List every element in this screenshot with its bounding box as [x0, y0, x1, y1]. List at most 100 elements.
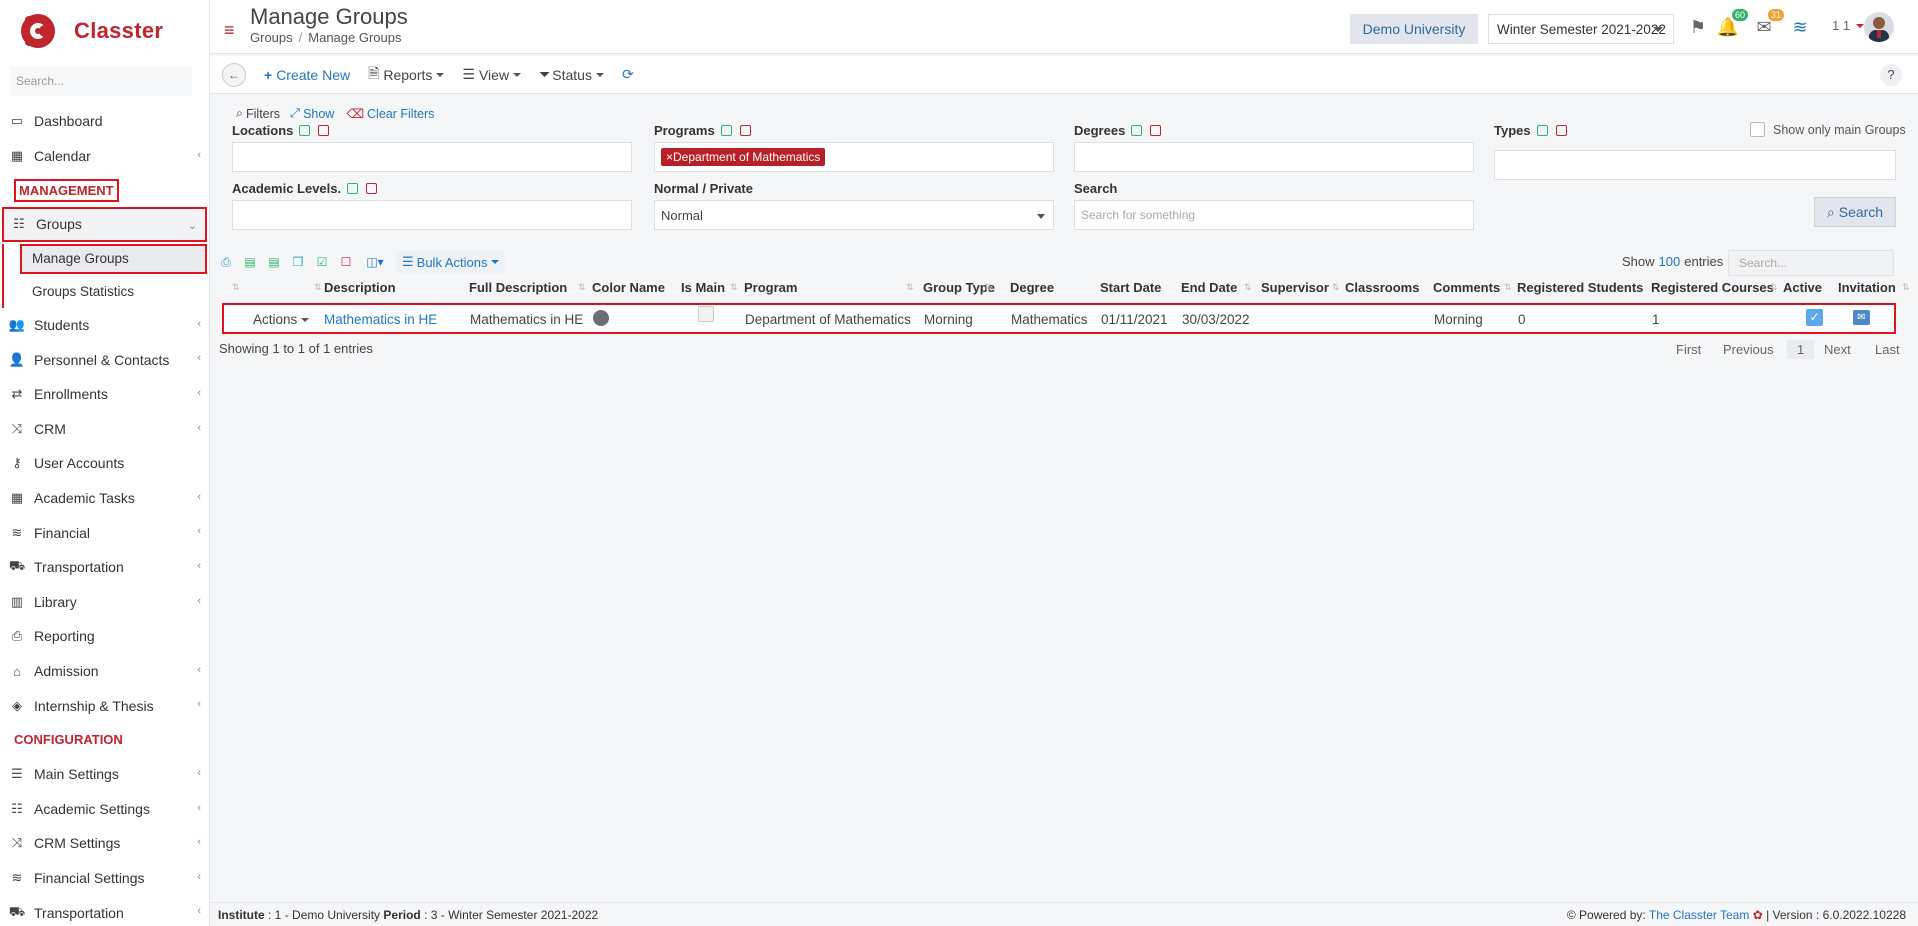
col-comments[interactable]: Comments: [1433, 280, 1500, 295]
bulk-actions-dropdown[interactable]: ☰ Bulk Actions: [396, 251, 506, 273]
print-icon[interactable]: ⎙: [218, 254, 234, 270]
sidebar-item-calendar[interactable]: ▦ Calendar ‹: [0, 139, 209, 174]
refresh-icon[interactable]: ⟳: [622, 66, 634, 83]
sidebar-item-reporting[interactable]: ⎙ Reporting: [0, 619, 209, 654]
entries-select[interactable]: 100: [1659, 254, 1681, 269]
user-number[interactable]: 1 1: [1832, 18, 1850, 33]
table-search-input[interactable]: Search...: [1728, 250, 1894, 276]
sidebar-item-main-settings[interactable]: ☰ Main Settings ‹: [0, 757, 209, 792]
row-actions-dropdown[interactable]: Actions: [253, 312, 310, 327]
copy-icon[interactable]: ❐: [290, 254, 306, 270]
col-active[interactable]: Active: [1783, 280, 1822, 295]
create-new-button[interactable]: + Create New: [264, 67, 350, 83]
programs-input[interactable]: ×Department of Mathematics: [654, 142, 1054, 172]
search-input[interactable]: Search for something: [1074, 200, 1474, 230]
deselect-all-icon[interactable]: ☐: [338, 254, 354, 270]
sidebar-item-financial[interactable]: ≋ Financial ‹: [0, 515, 209, 550]
help-button[interactable]: ?: [1880, 64, 1902, 86]
locations-input[interactable]: [232, 142, 632, 172]
mail-icon[interactable]: ✉ 31: [1752, 9, 1784, 39]
pager-last[interactable]: Last: [1875, 342, 1900, 357]
col-program[interactable]: Program: [744, 280, 797, 295]
university-button[interactable]: Demo University: [1350, 14, 1478, 44]
col-supervisor[interactable]: Supervisor: [1261, 280, 1329, 295]
sidebar-item-personnel[interactable]: 👤 Personnel & Contacts ‹: [0, 342, 209, 377]
col-degree[interactable]: Degree: [1010, 280, 1054, 295]
clear-filters-link[interactable]: Clear Filters: [367, 107, 434, 121]
reports-dropdown[interactable]: 🗎 Reports: [368, 63, 445, 87]
check-all-icon[interactable]: [720, 125, 732, 136]
col-description[interactable]: Description: [324, 280, 396, 295]
pager-first[interactable]: First: [1676, 342, 1701, 357]
sidebar-item-academic-settings[interactable]: ☷ Academic Settings ‹: [0, 792, 209, 827]
normal-private-select[interactable]: Normal: [654, 200, 1054, 230]
row-description-link[interactable]: Mathematics in HE: [324, 312, 437, 327]
col-classrooms[interactable]: Classrooms: [1345, 280, 1419, 295]
col-end-date[interactable]: End Date: [1181, 280, 1237, 295]
sidebar-item-crm[interactable]: ⤨ CRM ‹: [0, 412, 209, 447]
sidebar-item-user-accounts[interactable]: ⚷ User Accounts: [0, 446, 209, 481]
check-all-icon[interactable]: [299, 125, 311, 136]
col-is-main[interactable]: Is Main: [681, 280, 725, 295]
sidebar-item-financial-settings[interactable]: ≋ Financial Settings ‹: [0, 861, 209, 896]
uncheck-all-icon[interactable]: [1150, 125, 1162, 136]
sidebar-item-academic-tasks[interactable]: ▦ Academic Tasks ‹: [0, 481, 209, 516]
sidebar-search-input[interactable]: Search...: [10, 66, 192, 96]
table-row[interactable]: Actions Mathematics in HE Mathematics in…: [222, 303, 1896, 334]
program-tag[interactable]: ×Department of Mathematics: [661, 148, 826, 166]
flag-icon[interactable]: ⚑: [1686, 15, 1710, 39]
sidebar-item-crm-settings[interactable]: ⤨ CRM Settings ‹: [0, 826, 209, 861]
col-color-name[interactable]: Color Name: [592, 280, 665, 295]
col-registered-students[interactable]: Registered Students: [1517, 280, 1643, 295]
sidebar-item-students[interactable]: 👥 Students ‹: [0, 308, 209, 343]
avatar[interactable]: [1864, 12, 1894, 42]
columns-icon[interactable]: ◫▾: [362, 254, 388, 270]
search-button[interactable]: ⌕ Search: [1814, 197, 1896, 227]
check-all-icon[interactable]: [347, 183, 359, 194]
col-invitation[interactable]: Invitation: [1838, 280, 1896, 295]
uncheck-all-icon[interactable]: [318, 125, 330, 136]
view-dropdown[interactable]: ☰ View: [462, 66, 522, 83]
hamburger-menu-icon[interactable]: ≡: [224, 20, 235, 41]
check-all-icon[interactable]: [1131, 125, 1143, 136]
breadcrumb-groups[interactable]: Groups: [250, 30, 293, 45]
sidebar-item-transportation[interactable]: ⛟ Transportation ‹: [0, 550, 209, 585]
col-registered-courses[interactable]: Registered Courses: [1651, 280, 1774, 295]
col-full-description[interactable]: Full Description: [469, 280, 567, 295]
csv-icon[interactable]: ▤: [266, 254, 282, 270]
user-caret-icon[interactable]: [1856, 24, 1864, 28]
only-main-groups-checkbox[interactable]: Show only main Groups: [1750, 122, 1906, 137]
row-is-main-checkbox[interactable]: [698, 306, 714, 322]
select-all-icon[interactable]: ☑: [314, 254, 330, 270]
layers-icon[interactable]: ≋: [1788, 15, 1812, 39]
uncheck-all-icon[interactable]: [366, 183, 378, 194]
sidebar-item-admission[interactable]: ⌂ Admission ‹: [0, 654, 209, 689]
logo[interactable]: Classter: [0, 0, 209, 62]
row-active-checkbox[interactable]: ✓: [1806, 309, 1823, 326]
bell-icon[interactable]: 🔔 60: [1716, 9, 1748, 39]
semester-select[interactable]: Winter Semester 2021-2022: [1488, 14, 1674, 44]
sidebar-item-groups[interactable]: ☷ Groups ⌄: [2, 207, 207, 242]
back-arrow-icon[interactable]: ←: [222, 62, 246, 87]
check-all-icon[interactable]: [1536, 125, 1548, 136]
pager-previous[interactable]: Previous: [1723, 342, 1774, 357]
sidebar-item-transportation-settings[interactable]: ⛟ Transportation ‹: [0, 895, 209, 926]
sidebar-item-dashboard[interactable]: ▭ Dashboard: [0, 104, 209, 139]
sidebar-item-enrollments[interactable]: ⇄ Enrollments ‹: [0, 377, 209, 412]
excel-icon[interactable]: ▤: [242, 254, 258, 270]
pager-next[interactable]: Next: [1824, 342, 1851, 357]
status-dropdown[interactable]: ⏷ Status: [539, 66, 604, 83]
sidebar-subitem-manage-groups[interactable]: Manage Groups: [20, 243, 207, 274]
row-invitation-button[interactable]: ✉: [1853, 310, 1870, 325]
col-start-date[interactable]: Start Date: [1100, 280, 1161, 295]
uncheck-all-icon[interactable]: [739, 125, 751, 136]
show-filters-link[interactable]: Show: [303, 107, 334, 121]
types-input[interactable]: [1494, 150, 1896, 180]
sidebar-subitem-groups-statistics[interactable]: Groups Statistics: [4, 276, 209, 308]
degrees-input[interactable]: [1074, 142, 1474, 172]
sidebar-item-library[interactable]: ▥ Library ‹: [0, 585, 209, 620]
sidebar-item-internship[interactable]: ◈ Internship & Thesis ‹: [0, 688, 209, 723]
uncheck-all-icon[interactable]: [1555, 125, 1567, 136]
academic-levels-input[interactable]: [232, 200, 632, 230]
classter-team-link[interactable]: The Classter Team: [1649, 908, 1749, 922]
